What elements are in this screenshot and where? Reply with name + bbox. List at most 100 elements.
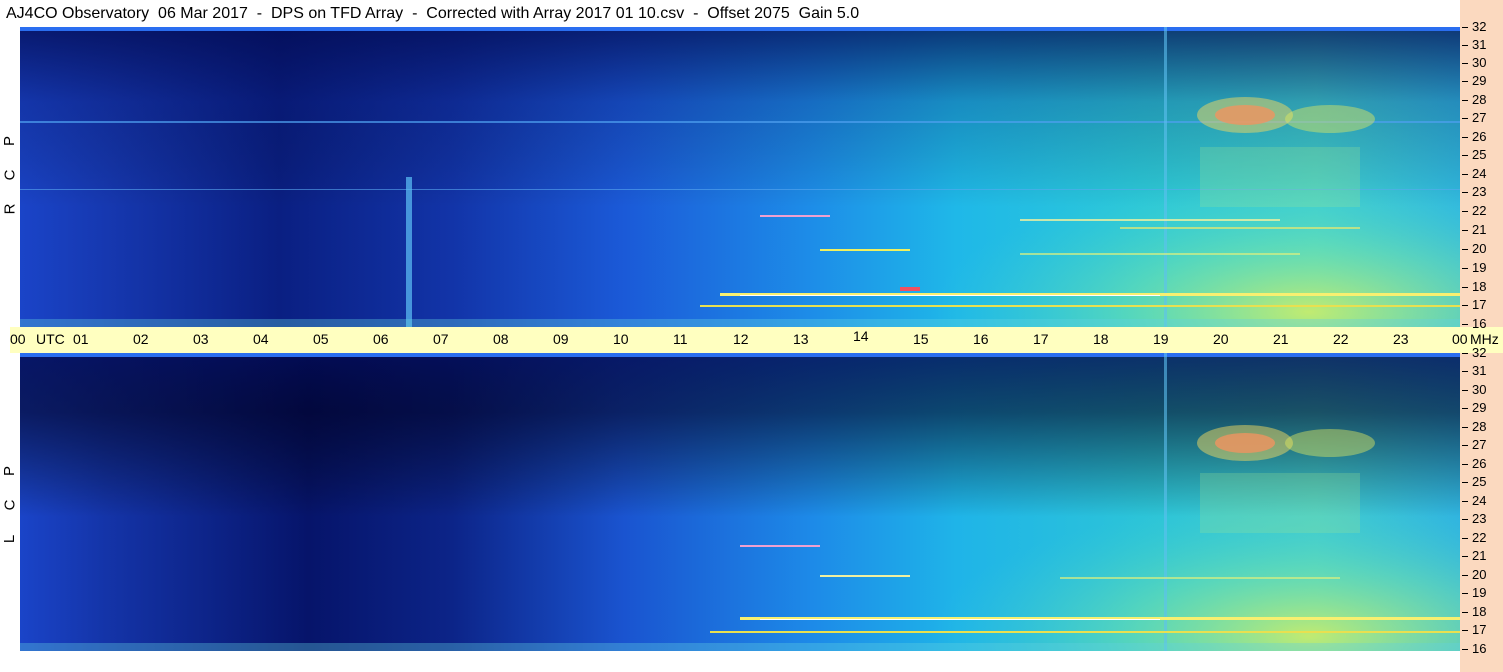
lcp-freq-29: 29 [1462,400,1502,416]
rcp-freq-31: 31 [1462,37,1502,53]
lcp-freq-21: 21 [1462,548,1502,564]
lcp-freq-30: 30 [1462,382,1502,398]
utc-tick-1: 01 [73,331,89,347]
rcp-freq-18: 18 [1462,279,1502,295]
rcp-freq-23-text: 23 [1472,184,1487,199]
rcp-freq-30: 30 [1462,55,1502,71]
utc-tick-9: 09 [553,331,569,347]
rcp-freq-17: 17 [1462,297,1502,313]
rcp-freq-20-text: 20 [1472,241,1487,256]
lcp-freq-29-text: 29 [1472,400,1487,415]
rcp-freq-21: 21 [1462,222,1502,238]
utc-tick-4: 04 [253,331,269,347]
rcp-freq-29-text: 29 [1472,73,1487,88]
utc-tick-21: 21 [1273,331,1289,347]
lcp-freq-28: 28 [1462,419,1502,435]
lcp-spectrogram-graphic [20,353,1460,651]
lcp-freq-17-text: 17 [1472,622,1487,637]
utc-tick-6: 06 [373,331,389,347]
utc-label: UTC [36,331,65,347]
rcp-freq-32: 32 [1462,19,1502,35]
rcp-freq-28: 28 [1462,92,1502,108]
lcp-freq-25: 25 [1462,474,1502,490]
lcp-freq-22: 22 [1462,530,1502,546]
lcp-freq-31-text: 31 [1472,363,1487,378]
lcp-freq-32-text: 32 [1472,345,1487,360]
utc-tick-15: 15 [913,331,929,347]
lcp-freq-19: 19 [1462,585,1502,601]
lcp-freq-16-text: 16 [1472,641,1487,656]
rcp-freq-22-text: 22 [1472,203,1487,218]
lcp-freq-32: 32 [1462,345,1502,361]
lcp-freq-20: 20 [1462,567,1502,583]
rcp-spectrogram [20,27,1460,327]
lcp-freq-24-text: 24 [1472,493,1487,508]
rcp-freq-25: 25 [1462,147,1502,163]
rcp-freq-30-text: 30 [1472,55,1487,70]
lcp-freq-26-text: 26 [1472,456,1487,471]
rcp-freq-23: 23 [1462,184,1502,200]
utc-tick-14: 14 [853,328,869,344]
rcp-freq-20: 20 [1462,241,1502,257]
utc-tick-2: 02 [133,331,149,347]
lcp-freq-23: 23 [1462,511,1502,527]
utc-tick-20: 20 [1213,331,1229,347]
lcp-label: P C L [0,450,20,560]
rcp-freq-27-text: 27 [1472,110,1487,125]
utc-tick-13: 13 [793,331,809,347]
rcp-freq-19-text: 19 [1472,260,1487,275]
rcp-freq-26-text: 26 [1472,129,1487,144]
utc-tick-7: 07 [433,331,449,347]
lcp-freq-27-text: 27 [1472,437,1487,452]
rcp-freq-16-text: 16 [1472,316,1487,331]
utc-time-axis: 00 UTC 01 02 03 04 05 06 07 08 09 10 11 … [10,327,1503,353]
lcp-freq-18: 18 [1462,604,1502,620]
lcp-freq-24: 24 [1462,493,1502,509]
lcp-freq-22-text: 22 [1472,530,1487,545]
utc-tick-8: 08 [493,331,509,347]
utc-tick-19: 19 [1153,331,1169,347]
rcp-freq-18-text: 18 [1472,279,1487,294]
lcp-freq-25-text: 25 [1472,474,1487,489]
rcp-freq-19: 19 [1462,260,1502,276]
lcp-freq-30-text: 30 [1472,382,1487,397]
rcp-freq-32-text: 32 [1472,19,1487,34]
utc-tick-0: 00 [10,331,26,347]
rcp-freq-27: 27 [1462,110,1502,126]
utc-tick-5: 05 [313,331,329,347]
rcp-freq-25-text: 25 [1472,147,1487,162]
lcp-freq-20-text: 20 [1472,567,1487,582]
lcp-freq-27: 27 [1462,437,1502,453]
utc-tick-18: 18 [1093,331,1109,347]
utc-tick-23: 23 [1393,331,1409,347]
window-title: AJ4CO Observatory 06 Mar 2017 - DPS on T… [0,0,1460,27]
lcp-freq-18-text: 18 [1472,604,1487,619]
rcp-freq-21-text: 21 [1472,222,1487,237]
lcp-spectrogram [20,353,1460,651]
rcp-freq-28-text: 28 [1472,92,1487,107]
lcp-freq-23-text: 23 [1472,511,1487,526]
rcp-freq-17-text: 17 [1472,297,1487,312]
lcp-freq-17: 17 [1462,622,1502,638]
utc-tick-10: 10 [613,331,629,347]
utc-tick-16: 16 [973,331,989,347]
utc-tick-12: 12 [733,331,749,347]
lcp-freq-21-text: 21 [1472,548,1487,563]
rcp-freq-31-text: 31 [1472,37,1487,52]
lcp-freq-19-text: 19 [1472,585,1487,600]
utc-tick-11: 11 [673,331,688,347]
rcp-freq-22: 22 [1462,203,1502,219]
utc-tick-22: 22 [1333,331,1349,347]
utc-tick-3: 03 [193,331,209,347]
lcp-freq-16: 16 [1462,641,1502,657]
rcp-freq-29: 29 [1462,73,1502,89]
lcp-freq-31: 31 [1462,363,1502,379]
lcp-freq-26: 26 [1462,456,1502,472]
rcp-label: P C R [0,120,20,230]
rcp-freq-16: 16 [1462,316,1502,332]
lcp-freq-28-text: 28 [1472,419,1487,434]
rcp-freq-26: 26 [1462,129,1502,145]
utc-tick-17: 17 [1033,331,1049,347]
rcp-freq-24: 24 [1462,166,1502,182]
rcp-freq-24-text: 24 [1472,166,1487,181]
